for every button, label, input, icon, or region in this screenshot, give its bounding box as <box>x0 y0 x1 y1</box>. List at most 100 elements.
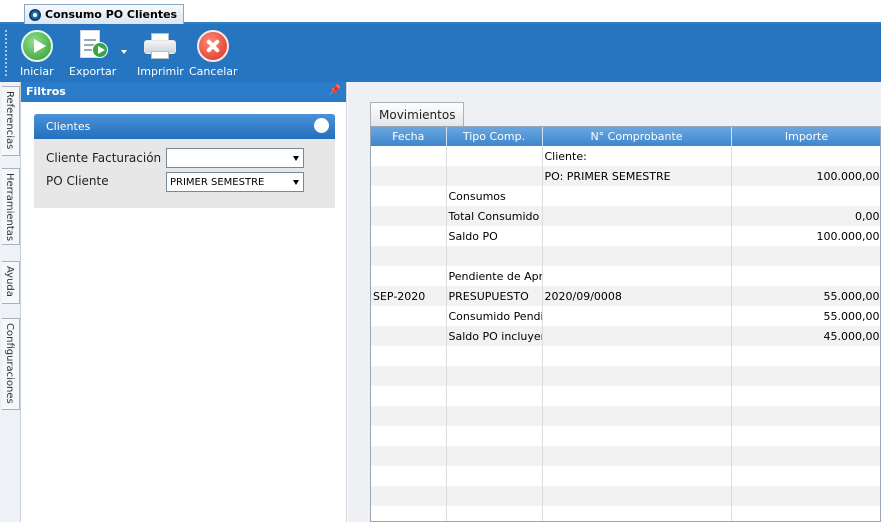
cell-importe <box>731 146 880 166</box>
cell-importe <box>731 426 880 446</box>
play-icon <box>20 30 53 62</box>
table-row[interactable]: Consumos <box>371 186 880 206</box>
exportar-label: Exportar <box>69 65 117 78</box>
filter-panel-title: Filtros <box>26 85 66 98</box>
clientes-group: Clientes Cliente Facturación PO Cliente … <box>34 114 335 208</box>
side-tab-referencias[interactable]: Referencias <box>2 86 20 156</box>
iniciar-button[interactable]: Iniciar <box>20 30 54 78</box>
content-area: Movimientos Fecha Tipo Comp. N° Comproba… <box>348 82 881 522</box>
cell-tipo-comp <box>446 366 543 386</box>
cell-n-comprobante <box>542 226 732 246</box>
cell-n-comprobante <box>542 406 732 426</box>
cell-importe: 45.000,00 <box>731 326 880 346</box>
cliente-facturacion-select[interactable] <box>166 148 304 168</box>
cell-fecha <box>371 386 447 406</box>
cell-fecha <box>371 266 447 286</box>
cell-fecha <box>371 346 447 366</box>
cell-importe <box>731 366 880 386</box>
cell-fecha <box>371 246 447 266</box>
table-row[interactable]: Saldo PO 100.000,00 <box>371 226 880 246</box>
cell-tipo-comp <box>446 406 543 426</box>
cell-fecha: SEP-2020 <box>371 286 447 306</box>
cell-n-comprobante <box>542 366 732 386</box>
export-dropdown-arrow-icon[interactable] <box>121 50 127 54</box>
cell-n-comprobante <box>542 306 732 326</box>
cliente-facturacion-label: Cliente Facturación <box>46 151 162 165</box>
table-row[interactable] <box>371 466 880 486</box>
table-row[interactable] <box>371 366 880 386</box>
side-tab-herramientas[interactable]: Herramientas <box>2 168 20 245</box>
side-tab-label: Referencias <box>4 91 15 150</box>
cell-fecha <box>371 186 447 206</box>
cell-importe <box>731 506 880 521</box>
export-document-icon <box>77 30 109 62</box>
cell-n-comprobante <box>542 486 732 506</box>
pin-icon[interactable]: 📌 <box>329 85 341 96</box>
document-tab[interactable]: Consumo PO Clientes <box>24 4 185 24</box>
printer-icon <box>143 30 177 62</box>
side-tab-configuraciones[interactable]: Configuraciones <box>2 318 20 410</box>
cell-fecha <box>371 326 447 346</box>
cell-tipo-comp: Saldo PO incluyendo pend aprobar <box>446 326 543 346</box>
cell-n-comprobante <box>542 446 732 466</box>
filter-panel-header: Filtros 📌 <box>21 82 346 102</box>
table-row[interactable]: Cliente: <box>371 146 880 166</box>
cell-tipo-comp: Pendiente de Aprobar <box>446 266 543 286</box>
tab-movimientos[interactable]: Movimientos <box>370 102 465 126</box>
cell-tipo-comp <box>446 386 543 406</box>
cell-fecha <box>371 206 447 226</box>
table-row[interactable] <box>371 246 880 266</box>
cell-importe: 55.000,00 <box>731 286 880 306</box>
side-tab-label: Herramientas <box>4 173 15 242</box>
cell-tipo-comp <box>446 446 543 466</box>
cell-n-comprobante: PO: PRIMER SEMESTRE <box>542 166 732 186</box>
table-row[interactable]: Total Consumido 0,00 <box>371 206 880 226</box>
table-row[interactable] <box>371 446 880 466</box>
table-row[interactable]: Consumido Pendiente Aprobar 55.000,00 <box>371 306 880 326</box>
cell-fecha <box>371 366 447 386</box>
cell-fecha <box>371 306 447 326</box>
cell-tipo-comp <box>446 166 543 186</box>
cell-n-comprobante <box>542 246 732 266</box>
cell-importe <box>731 266 880 286</box>
table-row[interactable]: PO: PRIMER SEMESTRE 100.000,00 <box>371 166 880 186</box>
column-header-fecha[interactable]: Fecha <box>371 127 447 146</box>
cell-importe <box>731 386 880 406</box>
column-header-importe[interactable]: Importe <box>731 127 880 146</box>
toolbar-grip[interactable] <box>5 30 7 76</box>
side-tab-ayuda[interactable]: Ayuda <box>2 261 20 304</box>
toolbar: Iniciar Exportar Imprimir Cancelar <box>0 24 881 82</box>
table-row[interactable] <box>371 426 880 446</box>
cancelar-label: Cancelar <box>189 65 238 78</box>
table-row[interactable] <box>371 486 880 506</box>
po-cliente-select[interactable]: PRIMER SEMESTRE <box>166 172 304 192</box>
cell-n-comprobante: Cliente: <box>542 146 732 166</box>
exportar-button[interactable]: Exportar <box>69 30 116 78</box>
imprimir-label: Imprimir <box>137 65 184 78</box>
column-header-tipo-comp[interactable]: Tipo Comp. <box>446 127 543 146</box>
table-row[interactable]: Saldo PO incluyendo pend aprobar 45.000,0… <box>371 326 880 346</box>
cell-fecha <box>371 466 447 486</box>
cell-fecha <box>371 406 447 426</box>
iniciar-label: Iniciar <box>20 65 54 78</box>
table-row[interactable] <box>371 506 880 521</box>
cell-tipo-comp <box>446 486 543 506</box>
table-row[interactable] <box>371 406 880 426</box>
table-row[interactable] <box>371 346 880 366</box>
grid-header-row: Fecha Tipo Comp. N° Comprobante Importe <box>371 127 880 146</box>
table-row[interactable]: Pendiente de Aprobar <box>371 266 880 286</box>
imprimir-button[interactable]: Imprimir <box>137 30 184 78</box>
filter-panel: Filtros 📌 Clientes Cliente Facturación P… <box>21 82 347 522</box>
cancelar-button[interactable]: Cancelar <box>189 30 238 78</box>
cell-n-comprobante <box>542 466 732 486</box>
collapse-icon[interactable] <box>314 118 329 133</box>
cell-importe: 55.000,00 <box>731 306 880 326</box>
table-row[interactable]: SEP-2020 PRESUPUESTO 2020/09/0008 55.000,00 <box>371 286 880 306</box>
cell-n-comprobante <box>542 266 732 286</box>
column-header-n-comprobante[interactable]: N° Comprobante <box>542 127 732 146</box>
cell-fecha <box>371 446 447 466</box>
table-row[interactable] <box>371 386 880 406</box>
cell-tipo-comp <box>446 506 543 521</box>
cell-n-comprobante <box>542 346 732 366</box>
cell-n-comprobante <box>542 386 732 406</box>
